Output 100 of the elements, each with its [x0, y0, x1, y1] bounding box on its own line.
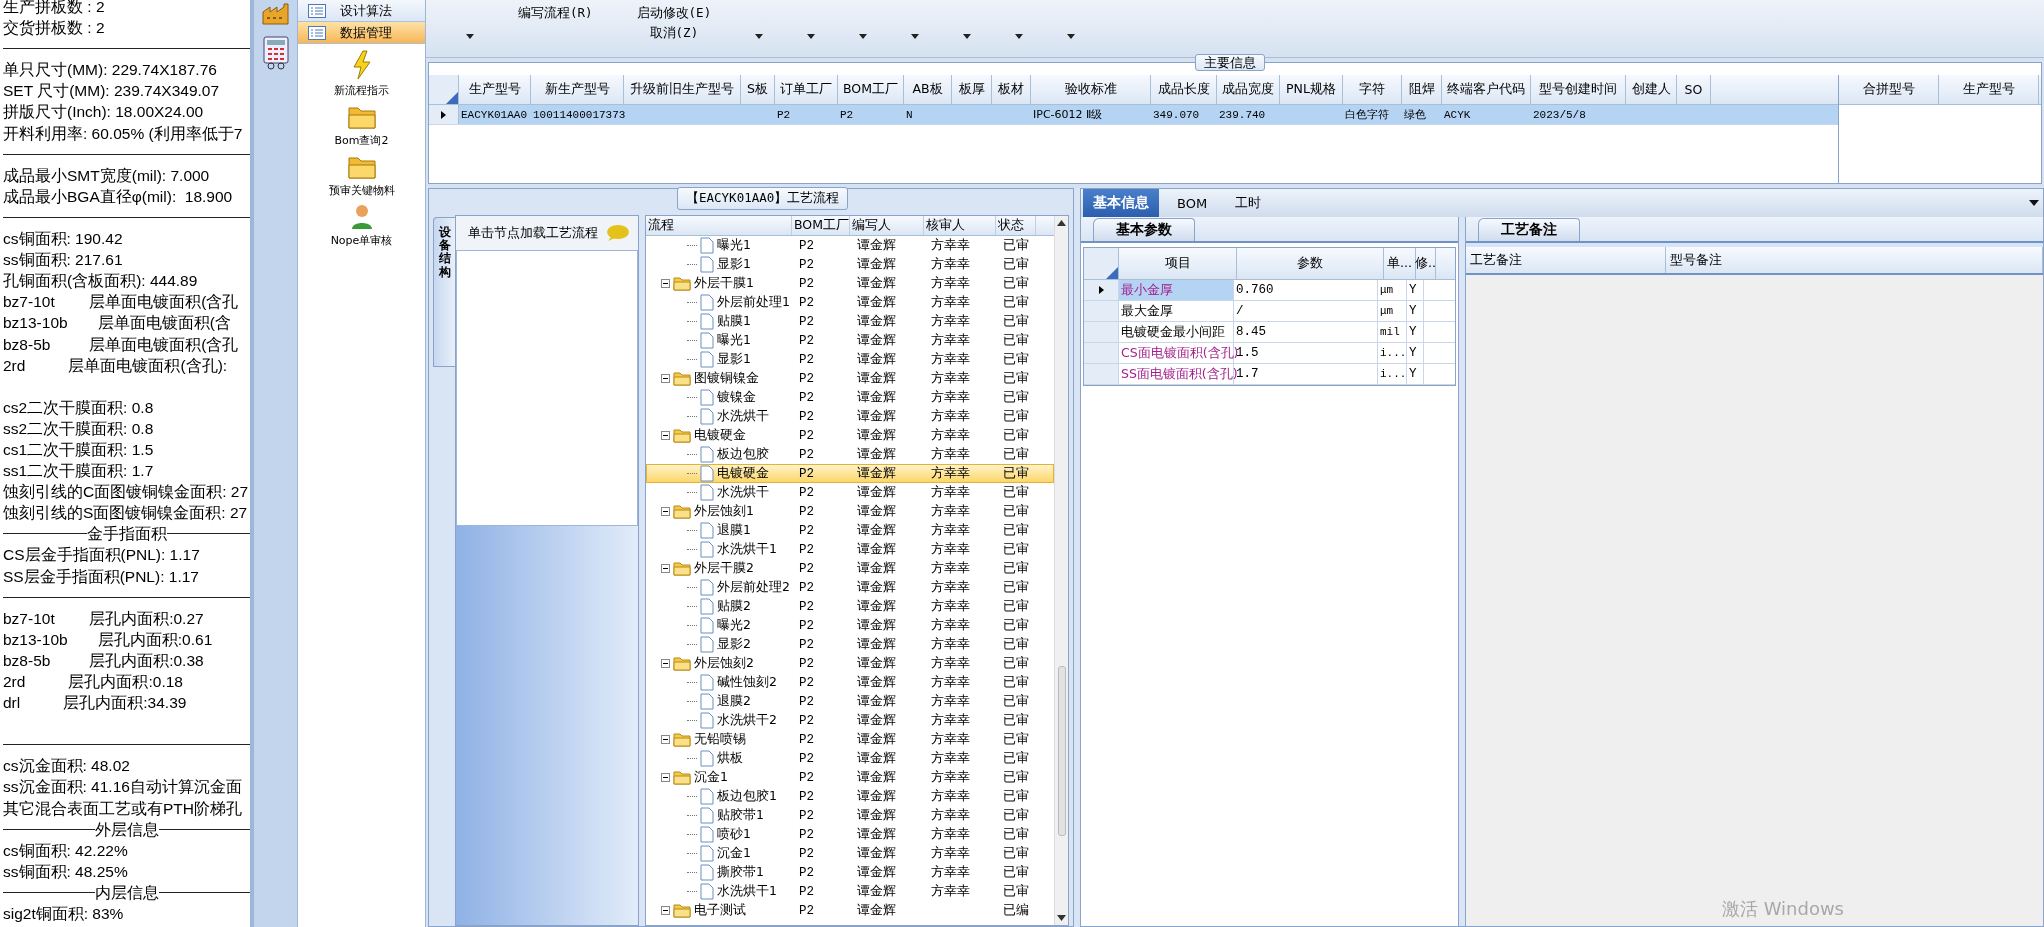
column-header[interactable]: 新生产型号	[531, 75, 624, 104]
tree-row[interactable]: 无铅喷锡 P2 谭金辉 方幸幸 已审	[646, 730, 1054, 749]
scroll-down-icon[interactable]	[1057, 915, 1066, 921]
tab[interactable]: BOM	[1167, 189, 1218, 217]
tree-row[interactable]: 镀镍金 P2 谭金辉 方幸幸 已审	[646, 388, 1054, 407]
column-header[interactable]: S板	[741, 75, 775, 104]
column-header[interactable]: 板厚	[952, 75, 992, 104]
column-header[interactable]: 成品宽度	[1217, 75, 1280, 104]
tree-row[interactable]: 沉金1 P2 谭金辉 方幸幸 已审	[646, 844, 1054, 863]
column-header[interactable]: BOM工厂	[838, 75, 904, 104]
column-header[interactable]: 升级前旧生产型号	[624, 75, 741, 104]
collapse-icon[interactable]	[661, 906, 670, 915]
column-header[interactable]: 参数	[1237, 248, 1384, 279]
caret-icon[interactable]	[963, 34, 972, 39]
caret-icon[interactable]	[807, 34, 816, 39]
column-header[interactable]: 型号备注	[1666, 247, 2043, 273]
column-header[interactable]: 创建人	[1626, 75, 1677, 104]
tree-row[interactable]: 沉金1 P2 谭金辉 方幸幸 已审	[646, 768, 1054, 787]
column-header[interactable]: 型号创建时间	[1531, 75, 1626, 104]
column-header[interactable]: 订单工厂	[775, 75, 838, 104]
column-header[interactable]: 生产型号	[1939, 75, 2039, 104]
tree-row[interactable]: 电镀硬金 P2 谭金辉 方幸幸 已审	[646, 464, 1054, 483]
tree-row[interactable]: 水洗烘干1 P2 谭金辉 方幸幸 已审	[646, 882, 1054, 901]
collapse-icon[interactable]	[661, 431, 670, 440]
tab[interactable]: 工时	[1225, 189, 1272, 217]
collapse-icon[interactable]	[661, 773, 670, 782]
selected-cell-highlight[interactable]: 电镀硬金最小间距	[1119, 322, 1234, 342]
tree-row[interactable]: 显影2 P2 谭金辉 方幸幸 已审	[646, 635, 1054, 654]
column-header[interactable]: SO	[1677, 75, 1711, 104]
nav-section[interactable]: 数据管理	[298, 22, 425, 44]
collapse-icon[interactable]	[661, 564, 670, 573]
calculator-icon[interactable]	[260, 36, 291, 70]
caret-icon[interactable]	[755, 34, 764, 39]
column-header[interactable]: 项目	[1119, 248, 1237, 279]
tree-row[interactable]: 贴胶带1 P2 谭金辉 方幸幸 已审	[646, 806, 1054, 825]
tree-row[interactable]: 外层干膜1 P2 谭金辉 方幸幸 已审	[646, 274, 1054, 293]
tree-row[interactable]: 显影1 P2 谭金辉 方幸幸 已审	[646, 350, 1054, 369]
column-header[interactable]: 生产型号	[459, 75, 531, 104]
collapse-icon[interactable]	[661, 279, 670, 288]
collapse-icon[interactable]	[661, 507, 670, 516]
toolbar-button[interactable]: 取消(Z)	[649, 25, 699, 42]
collapse-icon[interactable]	[661, 374, 670, 383]
tree-row[interactable]: 板边包胶 P2 谭金辉 方幸幸 已审	[646, 445, 1054, 464]
nav-item[interactable]: 预审关键物料	[328, 183, 395, 198]
selected-cell-highlight[interactable]: 最小金厚	[1119, 280, 1234, 300]
nav-section[interactable]: 设计算法	[298, 0, 425, 22]
nav-item[interactable]: Nope单审核	[330, 233, 393, 248]
tree-row[interactable]: 水洗烘干 P2 谭金辉 方幸幸 已审	[646, 407, 1054, 426]
tree-row[interactable]: 曝光1 P2 谭金辉 方幸幸 已审	[646, 236, 1054, 255]
collapse-icon[interactable]	[661, 659, 670, 668]
factory-icon[interactable]	[260, 2, 291, 26]
tree-row[interactable]: 电子测试 P2 谭金辉 已编	[646, 901, 1054, 920]
tree-row[interactable]: 水洗烘干 P2 谭金辉 方幸幸 已审	[646, 483, 1054, 502]
table-row[interactable]: EACYK01AA0 10011400017373 P2 P2 N IPC-6012 Ⅱ级 349.070 239.740 白色字符 绿色 ACYK 2023/5/8	[429, 105, 1838, 125]
column-header[interactable]: 状态	[996, 216, 1036, 235]
column-header[interactable]: 板材	[992, 75, 1031, 104]
tab[interactable]: 工艺备注	[1478, 218, 1580, 241]
collapse-icon[interactable]	[661, 735, 670, 744]
tree-row[interactable]: 碱性蚀刻2 P2 谭金辉 方幸幸 已审	[646, 673, 1054, 692]
column-header[interactable]: 工艺备注	[1466, 247, 1666, 273]
column-header[interactable]: BOM工厂	[792, 216, 850, 235]
column-header[interactable]: 单...	[1384, 248, 1416, 279]
tree-row[interactable]: 水洗烘干2 P2 谭金辉 方幸幸 已审	[646, 711, 1054, 730]
tree-row[interactable]: 贴膜2 P2 谭金辉 方幸幸 已审	[646, 597, 1054, 616]
tree-row[interactable]: 撕胶带1 P2 谭金辉 方幸幸 已审	[646, 863, 1054, 882]
scroll-up-icon[interactable]	[1057, 220, 1066, 226]
caret-icon[interactable]	[1015, 34, 1024, 39]
tree-row[interactable]: 外层前处理2 P2 谭金辉 方幸幸 已审	[646, 578, 1054, 597]
tree-row[interactable]: 退膜2 P2 谭金辉 方幸幸 已审	[646, 692, 1054, 711]
tree-row[interactable]: 烘板 P2 谭金辉 方幸幸 已审	[646, 749, 1054, 768]
dropdown-icon[interactable]	[2029, 200, 2039, 206]
column-header[interactable]: 合拼型号	[1839, 75, 1939, 104]
column-header[interactable]: 字符	[1343, 75, 1402, 104]
tree-row[interactable]: 贴膜1 P2 谭金辉 方幸幸 已审	[646, 312, 1054, 331]
nav-item[interactable]: 新流程指示	[334, 83, 389, 98]
tree-row[interactable]: 图镀铜镍金 P2 谭金辉 方幸幸 已审	[646, 369, 1054, 388]
caret-icon[interactable]	[466, 34, 474, 39]
tree-row[interactable]: 外层蚀刻2 P2 谭金辉 方幸幸 已审	[646, 654, 1054, 673]
tab[interactable]: 基本信息	[1083, 189, 1159, 217]
column-header[interactable]: PNL规格	[1280, 75, 1343, 104]
tree-row[interactable]: 外层前处理1 P2 谭金辉 方幸幸 已审	[646, 293, 1054, 312]
column-header[interactable]: 编写人	[850, 216, 924, 235]
nav-item[interactable]: Bom查询2	[334, 133, 389, 148]
toolbar-button[interactable]: 编写流程(R)	[518, 5, 593, 22]
tree-row[interactable]: 外层蚀刻1 P2 谭金辉 方幸幸 已审	[646, 502, 1054, 521]
side-tab[interactable]: 设备结构	[433, 217, 455, 367]
column-header[interactable]: 成品长度	[1151, 75, 1217, 104]
caret-icon[interactable]	[859, 34, 868, 39]
selected-cell-highlight[interactable]: 最大金厚	[1119, 301, 1234, 321]
tree-row[interactable]: 曝光1 P2 谭金辉 方幸幸 已审	[646, 331, 1054, 350]
column-header[interactable]: 终端客户代码	[1442, 75, 1531, 104]
column-header[interactable]: 阻焊	[1402, 75, 1442, 104]
row-header[interactable]	[1084, 280, 1119, 300]
tab[interactable]: 基本参数	[1093, 218, 1195, 241]
caret-icon[interactable]	[1067, 34, 1076, 39]
tree-row[interactable]: 水洗烘干1 P2 谭金辉 方幸幸 已审	[646, 540, 1054, 559]
tree-row[interactable]: 曝光2 P2 谭金辉 方幸幸 已审	[646, 616, 1054, 635]
caret-icon[interactable]	[911, 34, 920, 39]
column-header[interactable]: 修..	[1416, 248, 1436, 279]
tree-row[interactable]: 板边包胶1 P2 谭金辉 方幸幸 已审	[646, 787, 1054, 806]
